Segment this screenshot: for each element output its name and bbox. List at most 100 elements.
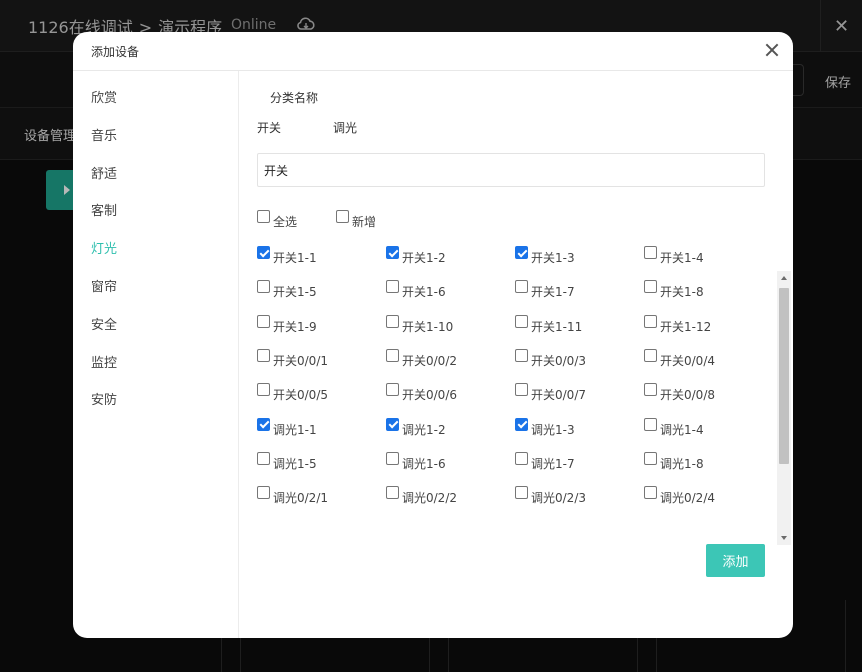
device-checkbox[interactable]: 开关0/0/6	[386, 383, 457, 403]
sidebar-item[interactable]: 客制	[91, 200, 117, 219]
sidebar-item[interactable]: 灯光	[91, 238, 117, 257]
device-checkbox[interactable]: 开关1-12	[644, 314, 711, 335]
device-checkbox[interactable]: 调光1-4	[644, 417, 704, 438]
checkbox-box[interactable]	[386, 280, 399, 294]
sidebar-item[interactable]: 舒适	[91, 163, 117, 182]
device-checkbox[interactable]: 调光1-2	[386, 417, 446, 438]
device-checkbox[interactable]: 调光0/2/2	[386, 486, 457, 506]
sidebar-item[interactable]: 欣赏	[91, 87, 117, 106]
category-tab-dimming[interactable]: 调光	[333, 119, 357, 136]
checkbox-label: 调光1-5	[273, 456, 317, 471]
checkbox-label: 调光0/2/2	[402, 491, 457, 506]
checkbox-box[interactable]	[257, 348, 270, 362]
checkbox-box[interactable]	[515, 417, 528, 431]
checkbox-box[interactable]	[257, 314, 270, 328]
checkbox-box[interactable]	[257, 417, 270, 431]
device-checkbox[interactable]: 开关1-9	[257, 314, 317, 335]
sidebar-item[interactable]: 监控	[91, 352, 117, 371]
checkbox-box[interactable]	[257, 210, 270, 223]
checkbox-box[interactable]	[515, 486, 528, 500]
modal-content: 分类名称 开关 调光 全选 新增 开关1-1开关1-2开关1-3开关1-4开关1…	[239, 71, 793, 638]
checkbox-box[interactable]	[386, 383, 399, 397]
device-checkbox[interactable]: 调光1-3	[515, 417, 575, 438]
device-checkbox[interactable]: 调光0/2/4	[644, 486, 715, 506]
checkbox-box[interactable]	[515, 246, 528, 259]
scrollbar-thumb[interactable]	[779, 288, 789, 464]
checkbox-box[interactable]	[515, 383, 528, 397]
checkbox-box[interactable]	[257, 280, 270, 294]
device-checkbox[interactable]: 开关1-5	[257, 280, 317, 300]
device-checkbox[interactable]: 调光0/2/3	[515, 486, 586, 506]
scroll-up-icon[interactable]	[781, 276, 787, 280]
checkbox-box[interactable]	[644, 246, 657, 259]
scroll-down-icon[interactable]	[781, 536, 787, 540]
checkbox-box[interactable]	[644, 451, 657, 465]
device-checkbox[interactable]: 开关0/0/4	[644, 348, 715, 369]
select-all-checkbox[interactable]: 全选	[257, 210, 297, 230]
sidebar-item[interactable]: 窗帘	[91, 276, 117, 295]
device-checkbox[interactable]: 开关1-4	[644, 246, 704, 266]
checkbox-box[interactable]	[386, 486, 399, 500]
checkbox-label: 调光1-2	[402, 422, 446, 437]
checkbox-label: 开关1-3	[531, 251, 575, 265]
sidebar-item[interactable]: 安防	[91, 389, 117, 408]
checkbox-box[interactable]	[515, 280, 528, 294]
add-button[interactable]: 添加	[706, 544, 765, 577]
checkbox-label: 开关0/0/4	[660, 353, 715, 368]
device-checkbox[interactable]: 调光0/2/1	[257, 486, 328, 506]
checkbox-box[interactable]	[386, 348, 399, 362]
checkbox-box[interactable]	[644, 314, 657, 328]
checkbox-label: 调光0/2/3	[531, 491, 586, 506]
checkbox-box[interactable]	[386, 417, 399, 431]
device-checkbox[interactable]: 开关1-1	[257, 246, 317, 266]
device-checkbox[interactable]: 开关1-10	[386, 314, 453, 335]
device-checkbox[interactable]: 开关1-3	[515, 246, 575, 266]
sidebar-item[interactable]: 音乐	[91, 125, 117, 144]
device-checkbox[interactable]: 开关0/0/2	[386, 348, 457, 369]
device-checkbox[interactable]: 开关1-8	[644, 280, 704, 300]
device-checkbox[interactable]: 调光1-1	[257, 417, 317, 438]
checkbox-box[interactable]	[257, 486, 270, 500]
device-checkbox[interactable]: 开关0/0/3	[515, 348, 586, 369]
checkbox-box[interactable]	[644, 486, 657, 500]
checkbox-box[interactable]	[515, 348, 528, 362]
checkbox-box[interactable]	[257, 451, 270, 465]
checkbox-box[interactable]	[386, 246, 399, 259]
device-checkbox[interactable]: 调光1-6	[386, 451, 446, 472]
sidebar-item[interactable]: 安全	[91, 314, 117, 333]
add-new-checkbox[interactable]: 新增	[336, 210, 376, 230]
checkbox-box[interactable]	[644, 383, 657, 397]
checkbox-box[interactable]	[257, 383, 270, 397]
modal-title: 添加设备	[91, 45, 140, 59]
device-checkbox[interactable]: 开关1-11	[515, 314, 582, 335]
device-checkbox[interactable]: 开关0/0/8	[644, 383, 715, 403]
checkbox-label: 调光1-4	[660, 422, 704, 437]
checkbox-label: 调光1-3	[531, 422, 575, 437]
checkbox-box[interactable]	[386, 451, 399, 465]
checkbox-label: 开关1-6	[402, 285, 446, 300]
checkbox-box[interactable]	[644, 417, 657, 431]
device-checkbox[interactable]: 开关0/0/1	[257, 348, 328, 369]
device-list-scrollbar[interactable]	[777, 271, 791, 545]
checkbox-box[interactable]	[515, 451, 528, 465]
checkbox-box[interactable]	[644, 280, 657, 294]
device-checkbox[interactable]: 调光1-7	[515, 451, 575, 472]
device-checkbox[interactable]: 开关1-7	[515, 280, 575, 300]
device-checkbox[interactable]: 调光1-8	[644, 451, 704, 472]
category-tab-switch[interactable]: 开关	[257, 119, 281, 136]
modal-close-icon[interactable]	[765, 43, 779, 57]
device-checkbox[interactable]: 开关0/0/5	[257, 383, 328, 403]
checkbox-box[interactable]	[336, 210, 349, 223]
checkbox-box[interactable]	[515, 314, 528, 328]
device-checkbox[interactable]: 调光1-5	[257, 451, 317, 472]
checkbox-box[interactable]	[386, 314, 399, 328]
checkbox-label: 开关0/0/5	[273, 388, 328, 403]
checkbox-box[interactable]	[257, 246, 270, 259]
checkbox-box[interactable]	[644, 348, 657, 362]
device-checkbox[interactable]: 开关0/0/7	[515, 383, 586, 403]
category-name-input[interactable]	[257, 153, 765, 187]
checkbox-label: 开关0/0/8	[660, 388, 715, 403]
device-checkbox[interactable]: 开关1-2	[386, 246, 446, 266]
device-checkbox[interactable]: 开关1-6	[386, 280, 446, 300]
checkbox-label: 调光0/2/1	[273, 491, 328, 506]
